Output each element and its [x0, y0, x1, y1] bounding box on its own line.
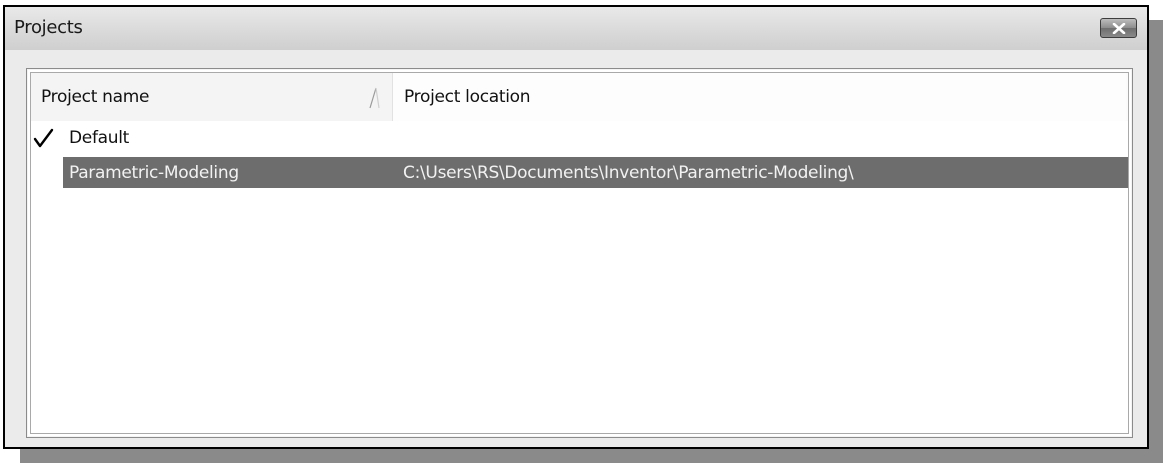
title-bar[interactable]: Projects [5, 7, 1147, 50]
table-row-selected[interactable]: Parametric-Modeling C:\Users\RS\Document… [31, 157, 1128, 188]
project-name: Parametric-Modeling [69, 163, 239, 183]
sort-ascending-icon [369, 87, 380, 109]
window-title: Projects [14, 17, 83, 38]
column-label: Project location [404, 87, 531, 107]
project-name: Default [69, 128, 130, 148]
column-header-project-name[interactable]: Project name [31, 73, 392, 121]
column-label: Project name [41, 87, 150, 107]
close-button[interactable] [1100, 18, 1137, 38]
projects-panel: Project name Project location Default Pa… [26, 68, 1133, 438]
close-icon [1112, 22, 1125, 34]
projects-list[interactable]: Project name Project location Default Pa… [30, 72, 1129, 434]
screen: Projects Project name Project location D… [0, 0, 1165, 473]
column-header-project-location[interactable]: Project location [392, 73, 1126, 121]
projects-dialog: Projects Project name Project location D… [3, 5, 1149, 449]
list-header: Project name Project location [31, 73, 1128, 121]
table-row[interactable]: Default [31, 123, 1128, 154]
project-location: C:\Users\RS\Documents\Inventor\Parametri… [403, 163, 854, 183]
checkmark-icon [33, 128, 54, 148]
